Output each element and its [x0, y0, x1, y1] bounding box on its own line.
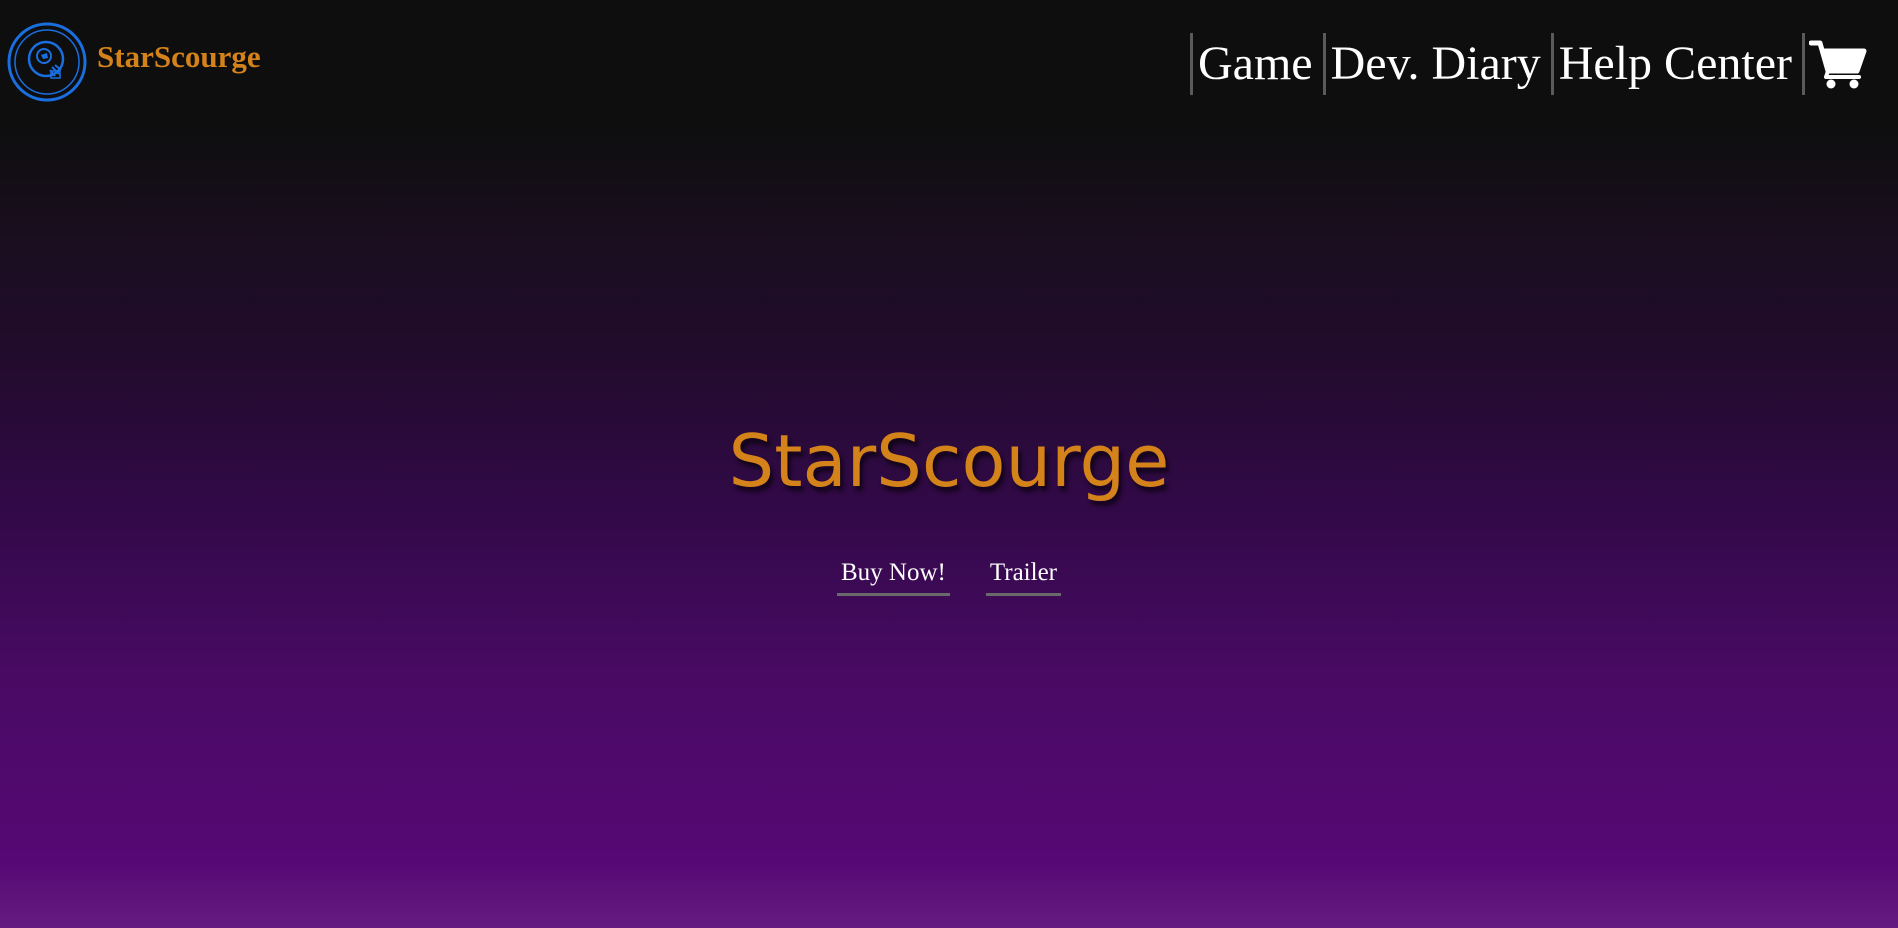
shopping-cart-icon [1809, 40, 1867, 89]
crosshair-rocket-logo-icon [7, 22, 87, 102]
hero-title: StarScourge [728, 419, 1170, 503]
site-header: StarScourge Game Dev. Diary Help Center [0, 0, 1898, 130]
nav-item-dev-diary[interactable]: Dev. Diary [1322, 33, 1551, 95]
nav-item-game[interactable]: Game [1190, 33, 1323, 95]
nav-item-help-center[interactable]: Help Center [1550, 33, 1802, 95]
cart-button[interactable] [1802, 33, 1867, 95]
main-nav: Game Dev. Diary Help Center [1190, 33, 1867, 95]
logo-link[interactable]: StarScourge [7, 22, 261, 102]
brand-name: StarScourge [97, 38, 261, 74]
hero-actions: Buy Now! Trailer [0, 560, 1898, 596]
buy-now-button[interactable]: Buy Now! [837, 560, 950, 596]
trailer-button[interactable]: Trailer [985, 560, 1061, 596]
